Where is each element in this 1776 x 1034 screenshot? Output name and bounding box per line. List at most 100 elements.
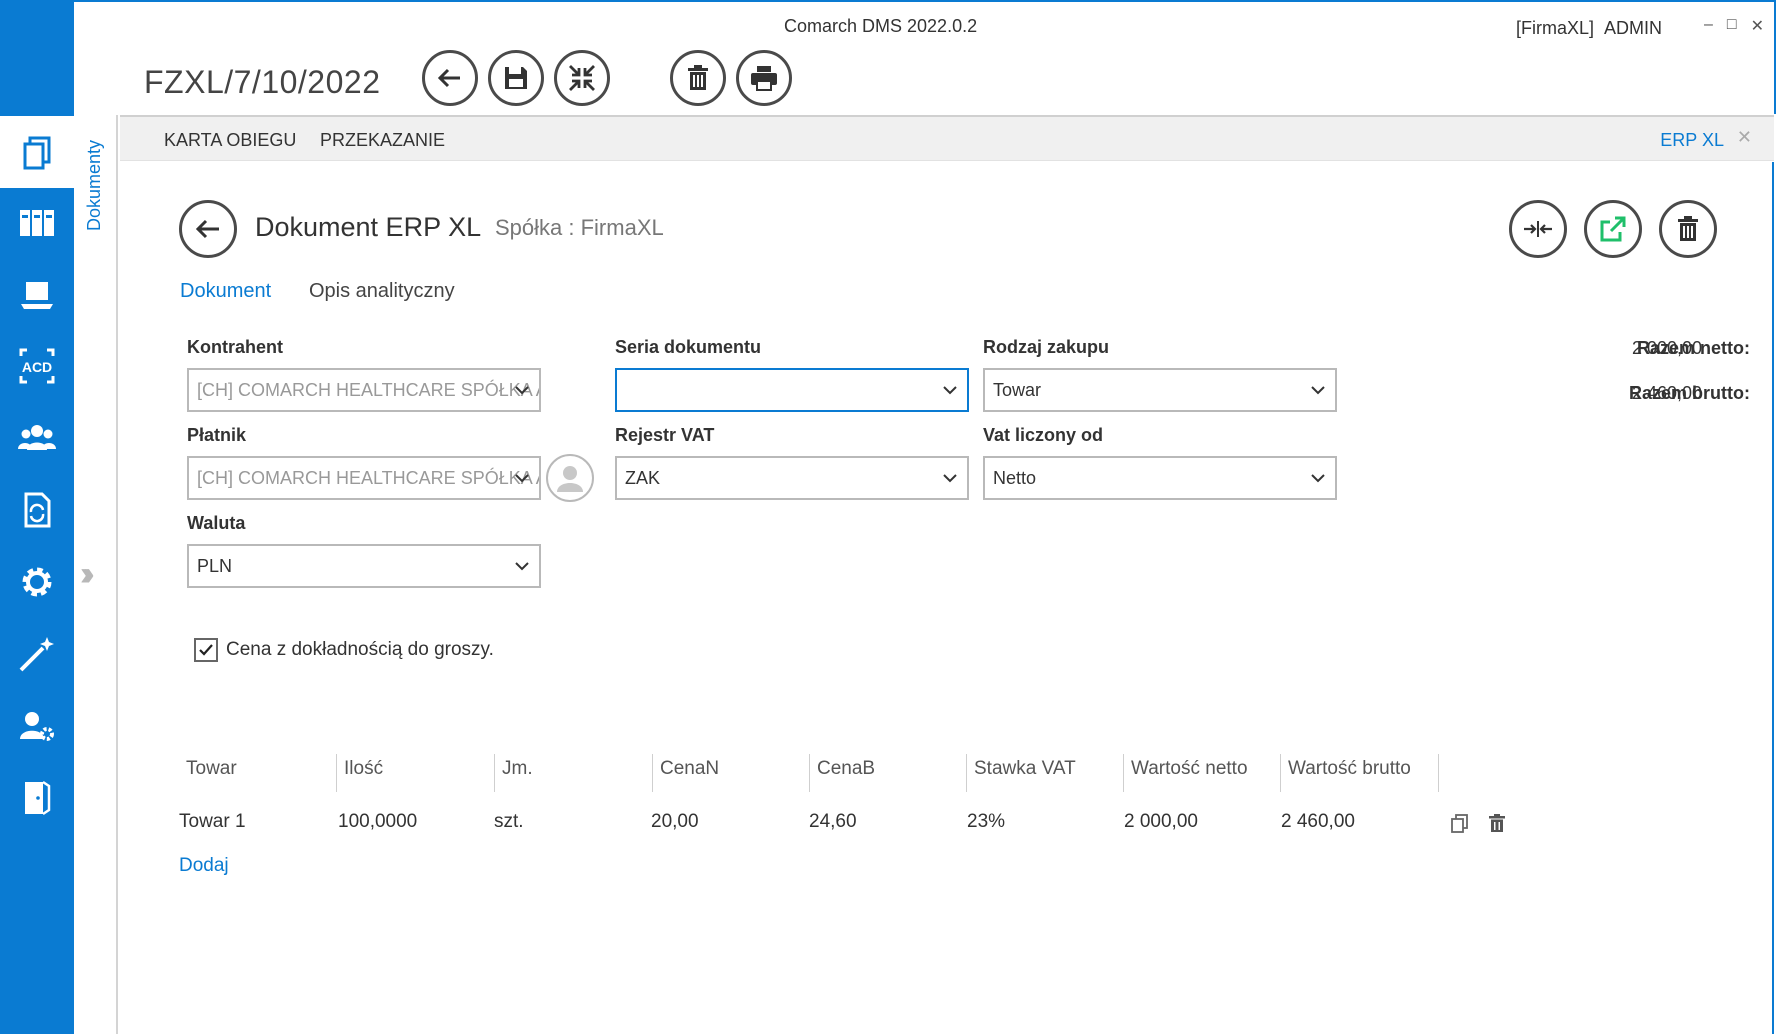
col-jm[interactable]: Jm. [496,754,533,792]
nav-wizard[interactable] [0,618,74,690]
col-wartosc-brutto[interactable]: Wartość brutto [1282,754,1411,792]
minimize-button[interactable]: – [1704,16,1713,36]
kontrahent-value: [CH] COMARCH HEALTHCARE SPÓŁKA AKCYJNA [197,380,539,400]
print-button[interactable] [736,50,792,106]
collapse-icon [569,65,595,91]
cell-cenan: 20,00 [651,811,699,832]
cell-stawka-vat: 23% [967,811,1006,832]
rodzaj-select[interactable]: Towar [983,368,1337,412]
company-user: [FirmaXL] ADMIN [1516,18,1663,38]
checkmark-icon [199,644,213,656]
expand-chevron-icon[interactable]: ›› [80,555,94,594]
col-stawka-vat[interactable]: Stawka VAT [968,754,1076,792]
tab-erp-xl[interactable]: ERP XL [1660,130,1724,151]
column-separator [1123,754,1124,792]
chevron-down-icon [515,386,529,395]
split-button[interactable] [1509,200,1567,258]
razem-netto-label: Razem netto: [1636,338,1750,358]
trash-icon [1678,216,1698,241]
nav-workstation[interactable] [0,258,74,330]
users-icon [18,425,56,450]
split-merge-icon [1524,221,1552,237]
title-bar: Comarch DMS 2022.0.2 [FirmaXL] ADMIN – □… [74,0,1776,114]
back-arrow-icon [195,219,219,239]
subtab-opis-analityczny[interactable]: Opis analityczny [309,280,455,303]
chevron-down-icon [943,474,957,483]
column-separator [966,754,967,792]
cena-grosze-checkbox[interactable] [194,638,218,662]
rodzaj-label: Rodzaj zakupu [983,337,1110,357]
waluta-select[interactable]: PLN [187,544,541,588]
vat-od-select[interactable]: Netto [983,456,1337,500]
save-button[interactable] [488,50,544,106]
platnik-value: [CH] COMARCH HEALTHCARE SPÓŁKA AKCYJNA [197,468,539,488]
col-towar[interactable]: Towar [180,754,237,792]
laptop-icon [21,282,53,309]
trash-icon[interactable] [1486,812,1508,834]
rejestr-label: Rejestr VAT [615,425,715,445]
binders-icon [20,210,54,236]
document-back-button[interactable] [179,200,237,258]
user-settings-icon [20,712,54,741]
cell-cenab: 24,60 [809,811,857,832]
razem-netto-value: 2 000,00 [1632,338,1703,358]
seria-select[interactable] [615,368,969,412]
cena-grosze-label: Cena z dokładnością do groszy. [226,639,494,660]
kontrahent-select[interactable]: [CH] COMARCH HEALTHCARE SPÓŁKA AKCYJNA [187,368,541,412]
magic-wand-icon [19,637,54,672]
col-cenab[interactable]: CenaB [811,754,875,792]
nav-doc-sync[interactable] [0,474,74,546]
nav-binders[interactable] [0,186,74,258]
nav-users[interactable] [0,402,74,474]
document-delete-button[interactable] [1659,200,1717,258]
nav-logout[interactable] [0,762,74,834]
back-button[interactable] [422,50,478,106]
cell-towar: Towar 1 [179,811,246,832]
rejestr-value: ZAK [625,468,661,488]
column-separator [1280,754,1281,792]
side-panel: Dokumenty ›› [74,115,118,1034]
trash-icon [688,65,708,90]
nav-user-settings[interactable] [0,690,74,762]
print-icon [751,66,777,91]
app-title: Comarch DMS 2022.0.2 [784,16,978,36]
razem-brutto-value: 2 460,00 [1632,383,1703,403]
chevron-down-icon [515,474,529,483]
select-payer-button[interactable] [546,454,594,502]
rejestr-select[interactable]: ZAK [615,456,969,500]
add-row-link[interactable]: Dodaj [179,855,229,877]
tab-karta-obiegu[interactable]: KARTA OBIEGU [164,130,296,151]
subtab-dokument[interactable]: Dokument [180,280,271,303]
copy-icon[interactable] [1449,812,1471,834]
collapse-button[interactable] [554,50,610,106]
logout-door-icon [25,780,51,816]
close-tab-icon[interactable]: ✕ [1737,127,1752,148]
person-icon [557,466,583,492]
close-window-button[interactable]: ✕ [1751,16,1764,36]
column-separator [494,754,495,792]
acd-scan-icon: ACD [19,348,55,384]
tab-przekazanie[interactable]: PRZEKAZANIE [320,130,445,151]
documents-icon [23,136,51,170]
col-ilosc[interactable]: Ilość [338,754,383,792]
nav-documents[interactable] [0,116,74,188]
col-wartosc-netto[interactable]: Wartość netto [1125,754,1248,792]
window-controls: – □ ✕ [1704,16,1764,36]
column-separator [336,754,337,792]
maximize-button[interactable]: □ [1727,16,1737,36]
nav-settings[interactable] [0,546,74,618]
nav-acd[interactable]: ACD [0,330,74,402]
export-button[interactable] [1584,200,1642,258]
gear-icon [22,567,52,597]
platnik-select[interactable]: [CH] COMARCH HEALTHCARE SPÓŁKA AKCYJNA [187,456,541,500]
side-panel-label: Dokumenty [84,139,105,231]
svg-text:ACD: ACD [22,359,52,375]
razem-brutto-label: Razem brutto: [1629,383,1750,403]
waluta-label: Waluta [187,513,246,533]
chevron-down-icon [1311,386,1325,395]
side-panel-tab[interactable]: Dokumenty [78,125,112,245]
delete-button[interactable] [670,50,726,106]
cell-wartosc-brutto: 2 460,00 [1281,811,1355,832]
col-cenan[interactable]: CenaN [654,754,719,792]
chevron-down-icon [1311,474,1325,483]
